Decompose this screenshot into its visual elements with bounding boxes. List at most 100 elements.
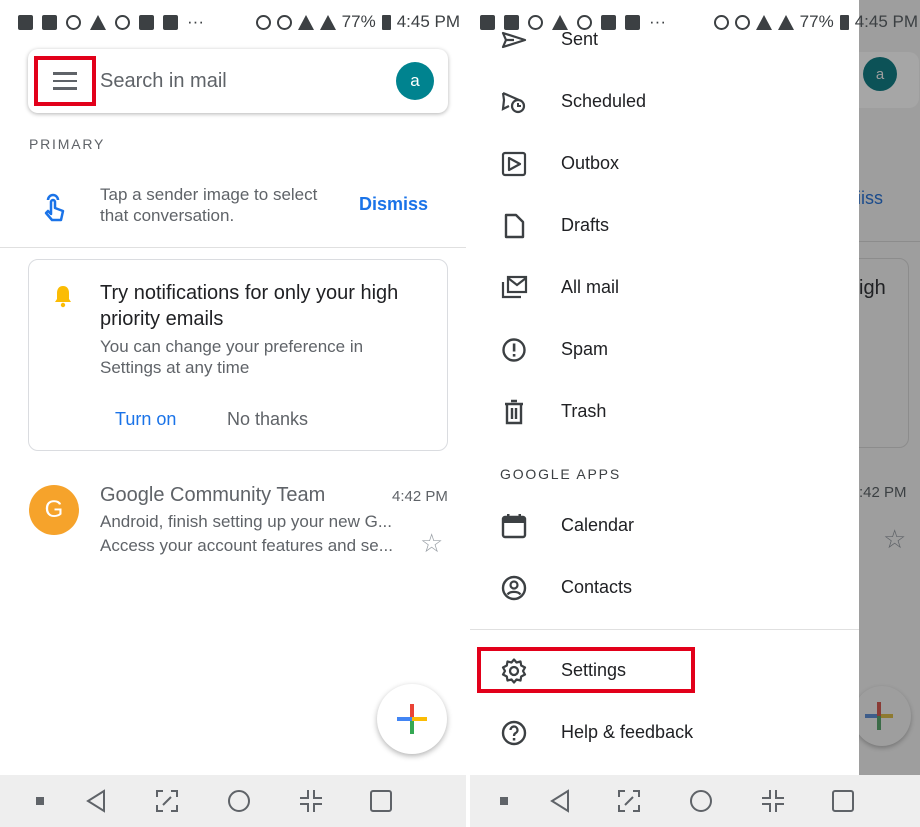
trash-icon bbox=[505, 399, 523, 425]
more-notifications-icon: ··· bbox=[187, 12, 204, 31]
person-status-icon bbox=[139, 14, 154, 30]
drawer-item-outbox[interactable]: Outbox bbox=[470, 136, 859, 192]
drawer-item-scheduled[interactable]: Scheduled bbox=[470, 74, 859, 130]
nfc-icon bbox=[713, 14, 729, 30]
calendar-status-icon bbox=[480, 14, 495, 30]
drawer-item-label: All mail bbox=[561, 277, 620, 297]
no-thanks-button[interactable]: No thanks bbox=[227, 409, 308, 430]
sender-avatar[interactable]: G bbox=[29, 485, 79, 535]
turn-on-button[interactable]: Turn on bbox=[115, 409, 176, 430]
system-nav-bar bbox=[0, 775, 466, 827]
lock-status-icon bbox=[577, 14, 592, 30]
image-status-icon bbox=[163, 14, 178, 30]
google-apps-heading: GOOGLE APPS bbox=[500, 466, 621, 482]
background-peek: a iiss igh :42 PM ☆ bbox=[859, 0, 920, 827]
card-title: Try notifications for only your high pri… bbox=[100, 282, 399, 330]
search-bar[interactable]: Search in mail a bbox=[28, 49, 448, 113]
inbox-screen: ··· 77% 4:45 PM Search in mail a PRIMARY… bbox=[0, 0, 466, 827]
outbox-icon bbox=[501, 151, 527, 177]
drawer-screen: a iiss igh :42 PM ☆ Sent Scheduled Outbo… bbox=[470, 0, 920, 827]
drive-status-icon bbox=[90, 14, 106, 30]
home-icon[interactable] bbox=[684, 775, 718, 827]
peek-card-title: igh bbox=[859, 277, 886, 299]
wifi-icon bbox=[297, 14, 314, 30]
lock-status-icon bbox=[115, 14, 130, 30]
drawer-item-label: Help & feedback bbox=[561, 722, 694, 742]
image-status-icon bbox=[625, 14, 640, 30]
drawer-item-label: Outbox bbox=[561, 153, 620, 173]
dismiss-button[interactable]: Dismiss bbox=[359, 194, 428, 215]
drawer-item-label: Spam bbox=[561, 339, 609, 359]
drawer-item-label: Contacts bbox=[561, 577, 633, 597]
peek-dismiss: iiss bbox=[859, 188, 883, 208]
calendar-icon bbox=[501, 514, 527, 539]
drawer-item-label: Trash bbox=[561, 401, 607, 421]
all-mail-icon bbox=[501, 275, 528, 299]
bell-icon bbox=[55, 286, 71, 308]
youtube-status-icon bbox=[504, 14, 519, 30]
tip-banner: Tap a sender image to select that conver… bbox=[0, 176, 466, 248]
wifi-icon bbox=[755, 14, 772, 30]
star-icon[interactable]: ☆ bbox=[420, 528, 443, 559]
spam-icon bbox=[502, 338, 526, 362]
compose-button[interactable] bbox=[377, 684, 447, 754]
drawer-item-spam[interactable]: Spam bbox=[470, 322, 859, 378]
battery-icon bbox=[839, 14, 849, 30]
clock: 4:45 PM bbox=[396, 12, 460, 31]
dot-icon[interactable] bbox=[494, 775, 514, 827]
system-nav-bar bbox=[470, 775, 920, 827]
dot-icon[interactable] bbox=[30, 775, 50, 827]
peek-time: :42 PM bbox=[859, 484, 907, 501]
menu-icon[interactable] bbox=[34, 56, 96, 106]
navigation-drawer: Sent Scheduled Outbox Drafts All mail Sp… bbox=[470, 0, 859, 827]
drawer-item-label: Calendar bbox=[561, 515, 635, 535]
drawer-item-label: Drafts bbox=[561, 215, 610, 235]
drawer-item-all-mail[interactable]: All mail bbox=[470, 260, 859, 316]
plus-icon bbox=[397, 704, 427, 734]
drive-status-icon bbox=[552, 14, 568, 30]
drawer-item-contacts[interactable]: Contacts bbox=[470, 560, 859, 616]
vibrate-icon bbox=[734, 14, 750, 30]
screenshot-icon[interactable] bbox=[150, 775, 184, 827]
drawer-divider bbox=[470, 629, 859, 630]
battery-percent: 77% bbox=[799, 12, 834, 31]
cup-status-icon bbox=[528, 14, 543, 30]
back-icon[interactable] bbox=[544, 775, 576, 827]
peek-avatar: a bbox=[863, 57, 897, 91]
email-sender: Google Community Team bbox=[100, 484, 326, 506]
help-icon bbox=[501, 720, 527, 746]
email-row[interactable]: G Google Community Team 4:42 PM Android,… bbox=[0, 478, 466, 568]
calendar-status-icon bbox=[18, 14, 33, 30]
contacts-icon bbox=[501, 575, 527, 601]
status-bar: ··· 77% 4:45 PM bbox=[0, 0, 466, 44]
status-bar: ··· 77% 4:45 PM bbox=[470, 0, 920, 44]
schedule-send-icon bbox=[501, 91, 526, 114]
minimize-icon[interactable] bbox=[294, 775, 328, 827]
more-notifications-icon: ··· bbox=[649, 12, 666, 31]
peek-compose-button bbox=[859, 686, 911, 746]
drawer-item-drafts[interactable]: Drafts bbox=[470, 198, 859, 254]
drawer-item-help[interactable]: Help & feedback bbox=[470, 705, 859, 761]
recents-icon[interactable] bbox=[828, 775, 858, 827]
draft-icon bbox=[504, 213, 525, 239]
peek-star-icon: ☆ bbox=[883, 524, 907, 554]
card-subtitle: You can change your preference in Settin… bbox=[100, 337, 364, 377]
home-icon[interactable] bbox=[222, 775, 256, 827]
settings-highlight bbox=[477, 647, 695, 693]
peek-divider bbox=[859, 241, 920, 242]
screenshot-icon[interactable] bbox=[612, 775, 646, 827]
drawer-item-calendar[interactable]: Calendar bbox=[470, 498, 859, 554]
search-input[interactable]: Search in mail bbox=[100, 70, 227, 93]
recents-icon[interactable] bbox=[366, 775, 396, 827]
touch-icon bbox=[44, 193, 65, 222]
vibrate-icon bbox=[276, 14, 292, 30]
account-avatar[interactable]: a bbox=[396, 62, 434, 100]
email-preview: Access your account features and se... bbox=[100, 536, 393, 555]
back-icon[interactable] bbox=[80, 775, 112, 827]
section-label: PRIMARY bbox=[29, 136, 106, 152]
tip-text: Tap a sender image to select that conver… bbox=[100, 185, 318, 225]
drawer-item-label: Scheduled bbox=[561, 91, 647, 111]
minimize-icon[interactable] bbox=[756, 775, 790, 827]
signal-icon bbox=[777, 14, 794, 30]
drawer-item-trash[interactable]: Trash bbox=[470, 384, 859, 440]
